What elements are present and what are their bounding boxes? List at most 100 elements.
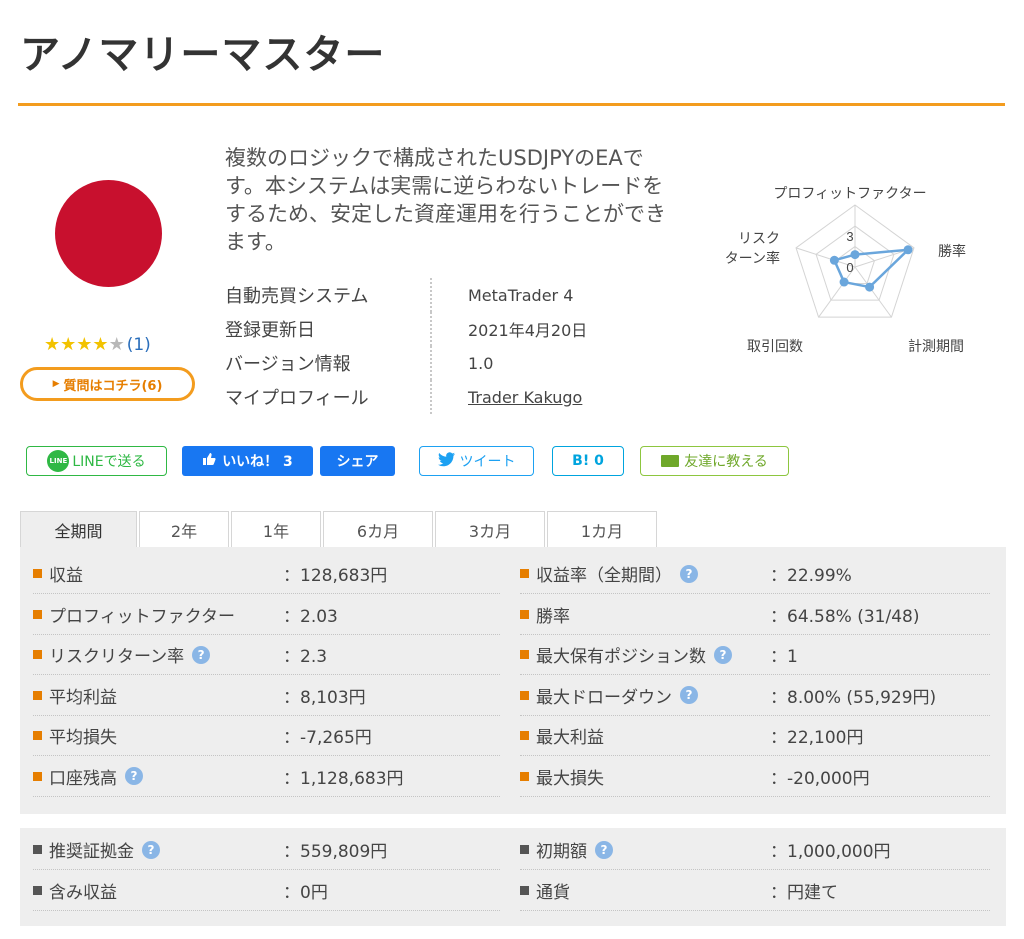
- product-description: 複数のロジックで構成されたUSDJPYのEAです。本システムは実需に逆らわないト…: [225, 146, 666, 254]
- radar-point: [850, 250, 860, 260]
- stat-row: リスクリターン率? ：2.3: [33, 635, 500, 675]
- rating-count-link[interactable]: (1): [127, 335, 151, 355]
- info-row-updated: 登録更新日 2021年4月20日: [225, 312, 587, 346]
- help-icon[interactable]: ?: [680, 686, 698, 704]
- stat-label: 最大利益: [536, 728, 604, 748]
- radar-chart: 3 0 プロフィットファクター勝率計測期間 取引回数 リスクターン率: [725, 186, 966, 355]
- stat-value: ：1,000,000円: [770, 842, 891, 862]
- tweet-label: ツイート: [459, 454, 516, 470]
- info-label: バージョン情報: [225, 354, 351, 375]
- stat-label: 通貨: [536, 882, 570, 903]
- facebook-like-label: いいね！ 3: [222, 454, 293, 470]
- tab-2-years[interactable]: 2年: [139, 511, 229, 547]
- info-label: 登録更新日: [225, 320, 315, 341]
- stat-row: 最大利益 ：22,100円: [520, 716, 990, 756]
- tweet-button[interactable]: ツイート: [419, 446, 534, 476]
- info-row-system: 自動売買システム MetaTrader 4: [225, 278, 587, 312]
- help-icon[interactable]: ?: [125, 767, 143, 785]
- extra-stat-row: 含み収益 ：0円: [33, 871, 500, 911]
- profile-link[interactable]: Trader Kakugo: [468, 388, 582, 407]
- stat-row: 平均利益 ：8,103円: [33, 676, 500, 716]
- stat-label: 含み収益: [49, 882, 117, 903]
- mail-icon: [661, 455, 680, 467]
- info-row-profile: マイプロフィール Trader Kakugo: [225, 380, 587, 414]
- stat-value: ：円建て: [770, 882, 838, 903]
- info-value: MetaTrader 4: [468, 285, 574, 305]
- radar-point: [839, 277, 849, 287]
- bullet-square-icon: [33, 569, 42, 578]
- extra-stat-row: 通貨 ：円建て: [520, 871, 990, 911]
- rating: ★ ★ ★ ★ ★ (1): [44, 334, 151, 355]
- line-share-label: LINEで送る: [72, 454, 146, 470]
- stat-row: 口座残高? ：1,128,683円: [33, 757, 500, 797]
- page-title: アノマリーマスター: [20, 32, 386, 78]
- info-label: 自動売買システム: [225, 286, 369, 307]
- stat-value: ：1,128,683円: [283, 768, 404, 789]
- stat-row: 平均損失 ：-7,265円: [33, 716, 500, 756]
- stat-label: 勝率: [536, 606, 570, 627]
- stat-value: ：8,103円: [283, 687, 366, 708]
- stat-row: 最大損失 ：-20,000円: [520, 757, 990, 797]
- stat-value: ：2.03: [283, 606, 338, 627]
- bullet-square-icon: [520, 845, 529, 854]
- radar-axis-label: 勝率: [938, 243, 966, 260]
- stat-label: 推奨証拠金?: [49, 837, 160, 862]
- facebook-like-button[interactable]: いいね！ 3: [182, 446, 313, 476]
- tell-friend-label: 友達に教える: [684, 454, 768, 470]
- hatena-bookmark-button[interactable]: B! 0: [552, 446, 624, 476]
- period-tabs: 全期間 2年 1年 6カ月 3カ月 1カ月: [20, 511, 659, 547]
- tab-all-period[interactable]: 全期間: [20, 511, 137, 547]
- stat-row: プロフィットファクター ：2.03: [33, 595, 500, 635]
- help-icon[interactable]: ?: [142, 840, 160, 859]
- stat-row: 勝率 ：64.58% (31/48): [520, 595, 990, 635]
- stat-label: 初期額?: [536, 837, 613, 862]
- stat-value: ：1: [770, 647, 798, 667]
- star-icon: ★: [60, 334, 77, 355]
- tab-6-months[interactable]: 6カ月: [323, 511, 433, 547]
- help-icon[interactable]: ?: [595, 840, 613, 859]
- stat-label: リスクリターン率?: [49, 642, 211, 667]
- radar-axis-label: リスク: [738, 231, 780, 247]
- info-divider: [430, 380, 432, 414]
- extra-stat-row: 初期額? ：1,000,000円: [520, 830, 990, 870]
- help-icon[interactable]: ?: [192, 645, 211, 664]
- tab-1-month[interactable]: 1カ月: [547, 511, 657, 547]
- help-icon[interactable]: ?: [680, 564, 698, 583]
- radar-axis-label: プロフィットファクター: [773, 186, 926, 202]
- info-divider: [430, 346, 432, 380]
- radar-axis-line: [854, 266, 892, 318]
- question-button[interactable]: ▶ 質問はコチラ(6): [20, 367, 195, 401]
- bullet-square-icon: [520, 569, 529, 578]
- facebook-share-button[interactable]: シェア: [320, 446, 395, 476]
- radar-scale-zero: 0: [846, 260, 853, 275]
- product-info: 自動売買システム MetaTrader 4 登録更新日 2021年4月20日 バ…: [225, 278, 587, 414]
- tell-friend-button[interactable]: 友達に教える: [640, 446, 789, 476]
- stat-value: ：128,683円: [283, 566, 388, 586]
- bullet-square-icon: [33, 609, 42, 619]
- question-button-label: 質問はコチラ(6): [63, 378, 163, 394]
- radar-point: [865, 282, 875, 292]
- info-label: マイプロフィール: [225, 388, 369, 409]
- bullet-square-icon: [520, 609, 529, 619]
- star-icon: ★: [92, 334, 109, 355]
- star-icon: ★: [76, 334, 93, 355]
- bird-icon: [437, 451, 456, 471]
- radar-point: [903, 245, 913, 255]
- bullet-square-icon: [33, 650, 42, 659]
- stat-row: 収益率（全期間）? ：22.99%: [520, 554, 990, 594]
- stat-value: ：-20,000円: [770, 768, 870, 789]
- stat-label: 最大ドローダウン?: [536, 683, 698, 708]
- info-row-version: バージョン情報 1.0: [225, 346, 587, 380]
- star-empty-icon: ★: [108, 334, 125, 355]
- tab-3-months[interactable]: 3カ月: [435, 511, 545, 547]
- help-icon[interactable]: ?: [714, 645, 732, 664]
- info-value: 2021年4月20日: [468, 321, 588, 340]
- tab-1-year[interactable]: 1年: [231, 511, 321, 547]
- line-share-button[interactable]: LINE LINEで送る: [26, 446, 167, 476]
- play-icon: ▶: [52, 379, 60, 389]
- radar-point: [829, 255, 839, 265]
- bullet-square-icon: [33, 731, 42, 740]
- bullet-square-icon: [520, 690, 529, 700]
- stat-value: ：22,100円: [770, 728, 864, 748]
- extra-stat-row: 推奨証拠金? ：559,809円: [33, 830, 500, 870]
